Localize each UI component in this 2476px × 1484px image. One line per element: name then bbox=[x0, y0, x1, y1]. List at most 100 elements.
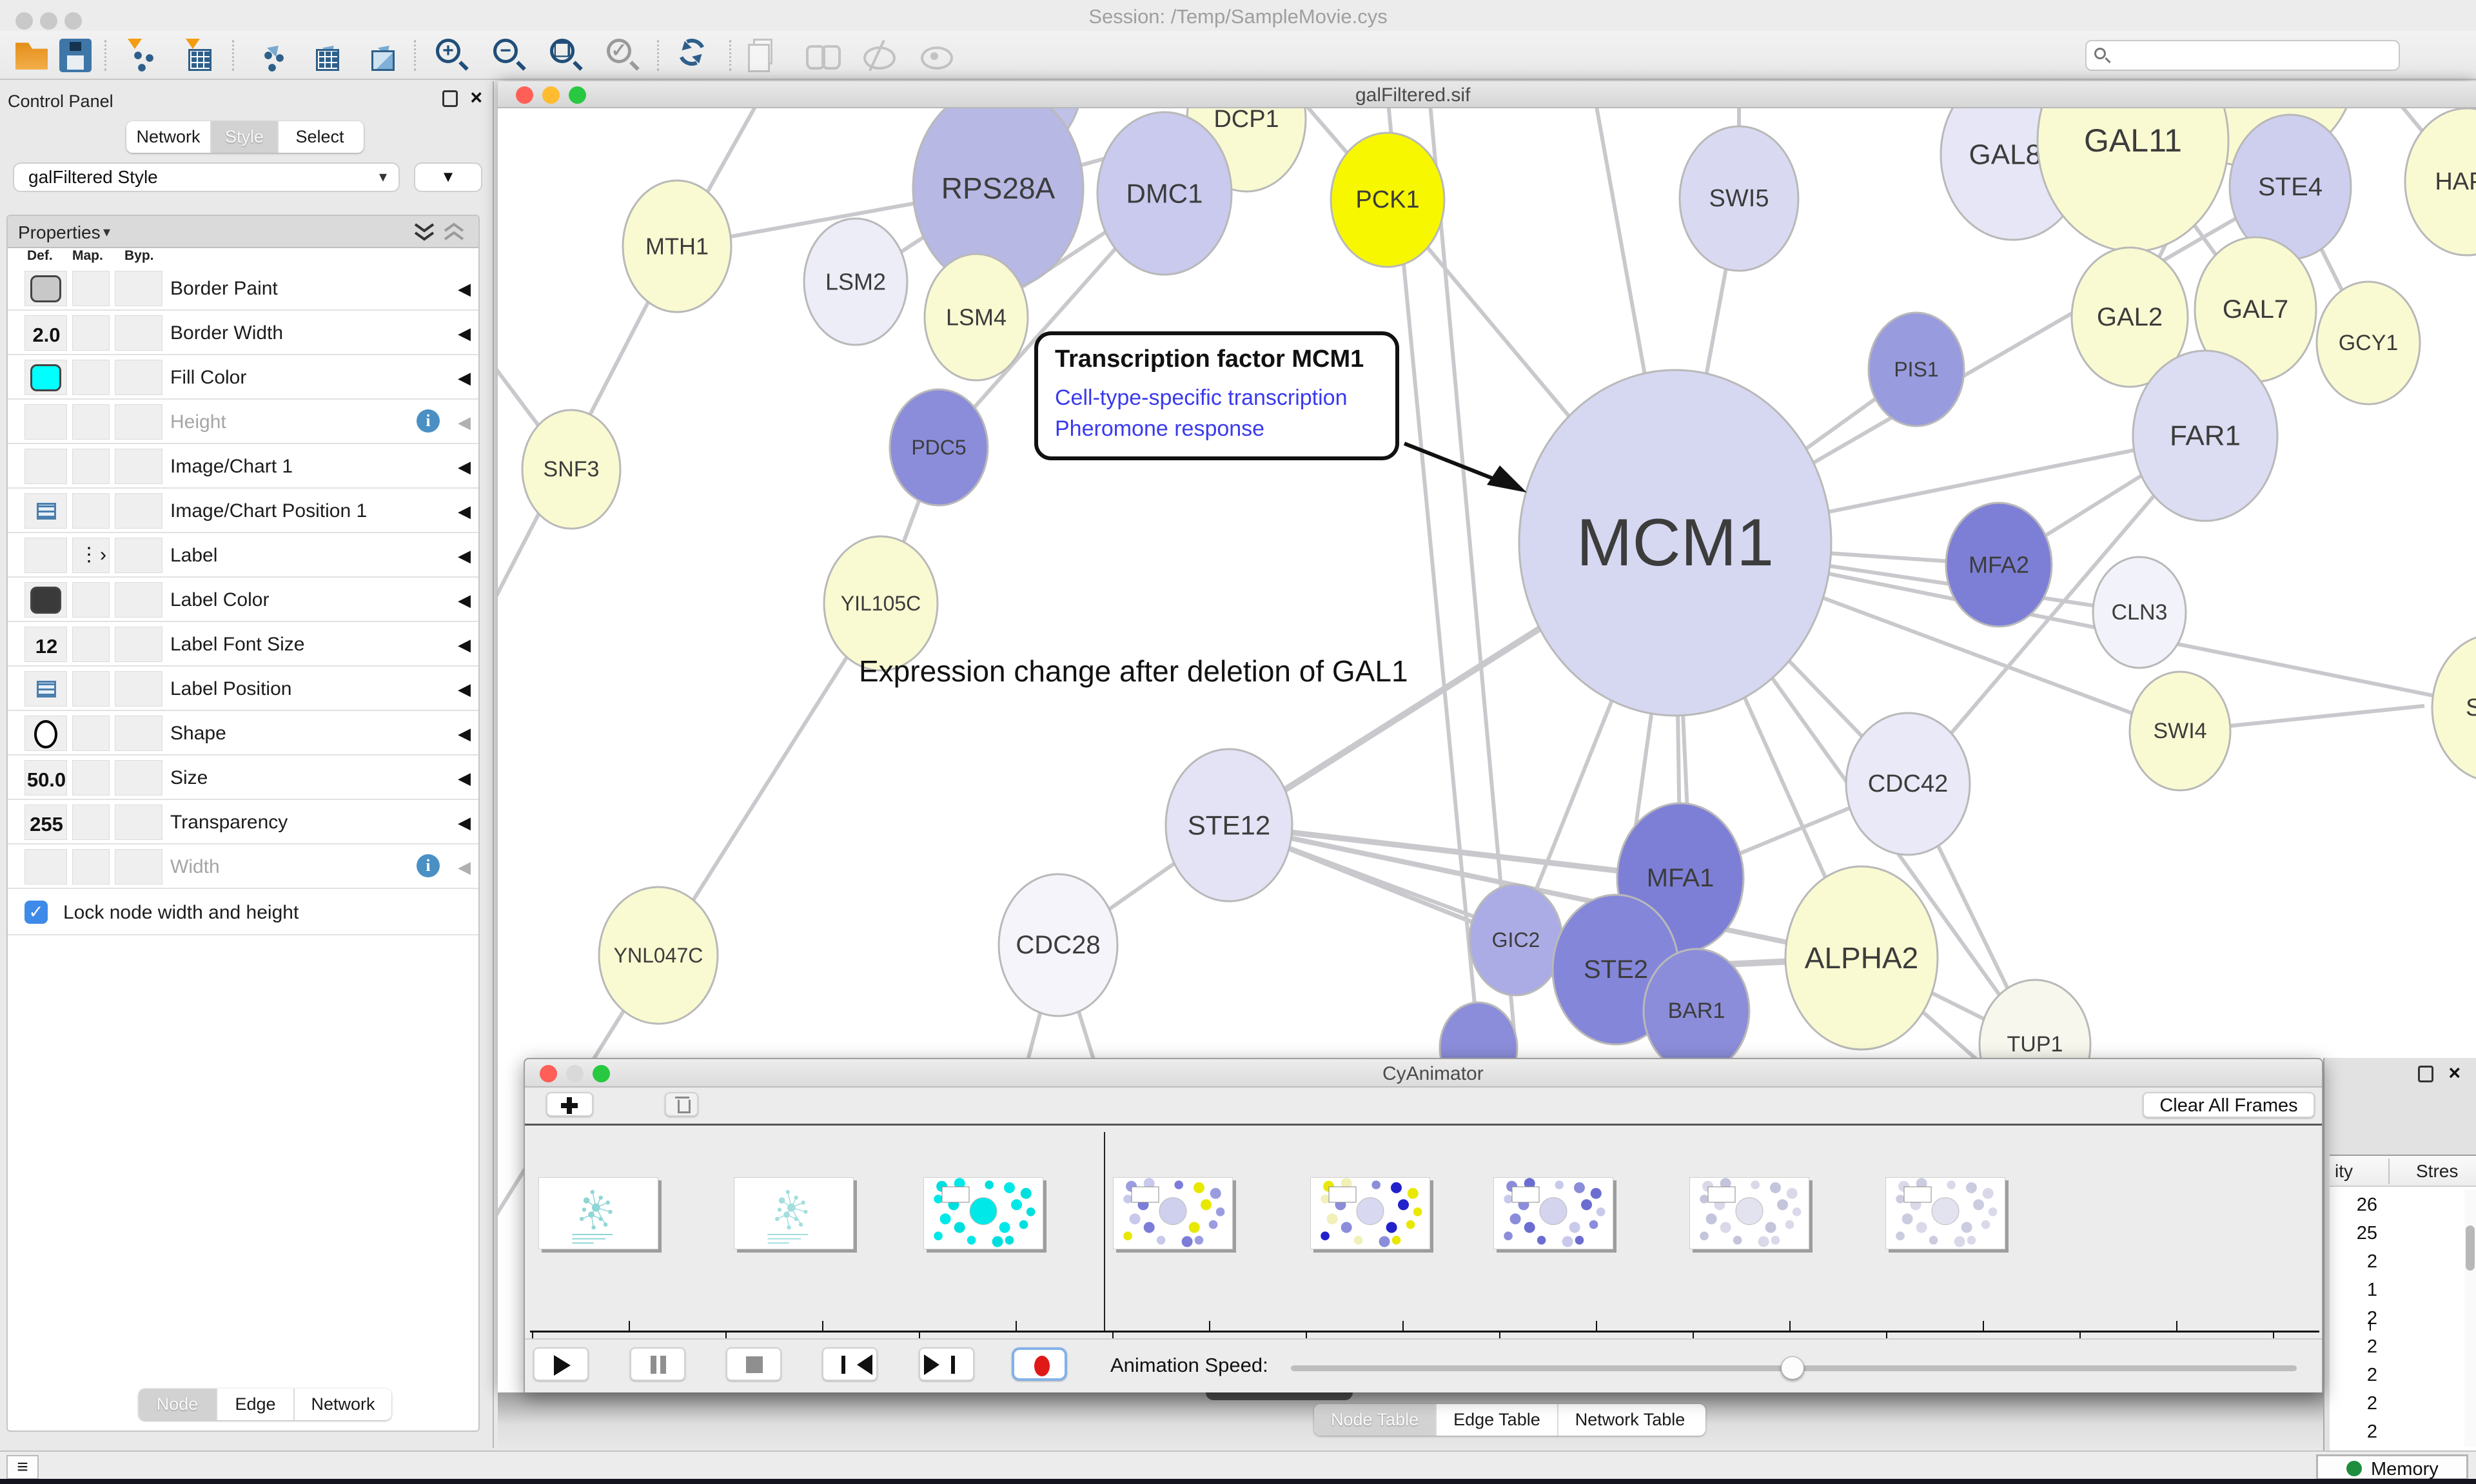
mapping-cell[interactable] bbox=[72, 449, 110, 484]
save-session-icon[interactable] bbox=[59, 39, 92, 72]
timeline-frame-3[interactable] bbox=[1113, 1177, 1233, 1249]
collapse-arrow-icon[interactable]: ◀ bbox=[458, 635, 471, 655]
animation-speed-slider[interactable] bbox=[1291, 1365, 2297, 1371]
tab-style[interactable]: Style bbox=[211, 121, 279, 153]
network-node-cdc42[interactable]: CDC42 bbox=[1846, 713, 1970, 855]
info-icon[interactable]: i bbox=[417, 854, 440, 877]
network-node-dmc1[interactable]: DMC1 bbox=[1097, 112, 1232, 275]
collapse-all-icon[interactable] bbox=[441, 222, 467, 244]
float-panel-icon[interactable] bbox=[442, 90, 458, 107]
minimize-window-traffic-light[interactable] bbox=[566, 1065, 584, 1082]
mapping-cell[interactable] bbox=[72, 404, 110, 440]
bypass-cell[interactable] bbox=[115, 315, 162, 351]
close-window-traffic-light[interactable] bbox=[516, 86, 533, 104]
network-node-ste12[interactable]: STE12 bbox=[1166, 749, 1292, 901]
default-value[interactable]: 50.0 bbox=[25, 768, 68, 792]
minimize-window-traffic-light[interactable] bbox=[542, 86, 560, 104]
property-row-transparency[interactable]: 255Transparencyi◀ bbox=[8, 800, 480, 845]
tab-select[interactable]: Select bbox=[279, 121, 361, 153]
default-cell[interactable] bbox=[25, 671, 67, 707]
mapping-icon[interactable]: ⋮› bbox=[79, 543, 108, 566]
mapping-cell[interactable] bbox=[72, 627, 110, 662]
network-node-alpha2[interactable]: ALPHA2 bbox=[1785, 866, 1938, 1050]
skip-to-start-button[interactable] bbox=[822, 1347, 878, 1381]
default-cell[interactable]: 12 bbox=[25, 627, 67, 662]
zoom-fit-icon[interactable]: ❐ bbox=[550, 39, 575, 63]
network-node-bar1[interactable]: BAR1 bbox=[1644, 949, 1749, 1073]
refresh-icon[interactable] bbox=[674, 35, 709, 70]
tab-edge-table[interactable]: Edge Table bbox=[1437, 1404, 1558, 1436]
default-cell[interactable] bbox=[25, 849, 67, 884]
bypass-cell[interactable] bbox=[115, 671, 162, 707]
timeline-frame-1[interactable] bbox=[734, 1177, 854, 1249]
default-cell[interactable] bbox=[25, 493, 67, 529]
color-swatch[interactable] bbox=[30, 364, 61, 391]
mapping-cell[interactable]: ⋮› bbox=[72, 538, 110, 573]
import-table-icon[interactable] bbox=[181, 39, 213, 72]
collapse-arrow-icon[interactable]: ◀ bbox=[458, 502, 471, 522]
pause-button[interactable] bbox=[630, 1347, 685, 1381]
bypass-cell[interactable] bbox=[115, 493, 162, 529]
lock-checkbox[interactable]: ✓ bbox=[25, 901, 48, 924]
timeline-frame-6[interactable] bbox=[1689, 1177, 1809, 1249]
bypass-cell[interactable] bbox=[115, 760, 162, 796]
property-row-label-color[interactable]: Label Colori◀ bbox=[8, 578, 480, 622]
network-window-titlebar[interactable]: galFiltered.sif bbox=[498, 81, 2476, 108]
collapse-arrow-icon[interactable]: ◀ bbox=[458, 279, 471, 299]
timeline-frame-0[interactable] bbox=[538, 1177, 658, 1249]
network-node-lsm2[interactable]: LSM2 bbox=[804, 219, 907, 345]
network-node-swi4[interactable]: SWI4 bbox=[2130, 672, 2230, 790]
bypass-cell[interactable] bbox=[115, 449, 162, 484]
timeline-frame-7[interactable] bbox=[1885, 1177, 2005, 1249]
stop-button[interactable] bbox=[726, 1347, 781, 1381]
default-cell[interactable] bbox=[25, 271, 67, 306]
mapping-cell[interactable] bbox=[72, 360, 110, 395]
zoom-out-icon[interactable]: − bbox=[493, 39, 518, 63]
position-icon[interactable] bbox=[37, 681, 56, 698]
collapse-arrow-icon[interactable]: ◀ bbox=[458, 591, 471, 610]
default-cell[interactable] bbox=[25, 404, 67, 440]
default-cell[interactable] bbox=[25, 716, 67, 751]
default-cell[interactable] bbox=[25, 538, 67, 573]
first-neighbors-icon[interactable] bbox=[805, 39, 838, 72]
network-node-yil105c[interactable]: YIL105C bbox=[824, 536, 938, 670]
default-cell[interactable] bbox=[25, 360, 67, 395]
side-scrollbar[interactable] bbox=[2464, 1189, 2476, 1447]
slider-handle[interactable] bbox=[1781, 1356, 1804, 1380]
property-row-border-width[interactable]: 2.0Border Widthi◀ bbox=[8, 311, 480, 355]
default-value[interactable]: 255 bbox=[25, 813, 68, 836]
default-cell[interactable] bbox=[25, 449, 67, 484]
network-node-mfa2[interactable]: MFA2 bbox=[1946, 503, 2052, 627]
export-network-icon[interactable] bbox=[253, 39, 285, 72]
timeline-frame-4[interactable] bbox=[1310, 1177, 1430, 1249]
close-window-traffic-light[interactable] bbox=[540, 1065, 557, 1082]
skip-to-end-button[interactable] bbox=[919, 1347, 974, 1381]
color-swatch[interactable] bbox=[30, 587, 61, 614]
network-node-gcy1[interactable]: GCY1 bbox=[2317, 282, 2420, 404]
task-history-button[interactable]: ≡ bbox=[6, 1455, 39, 1479]
timeline-frame-2[interactable] bbox=[923, 1177, 1043, 1249]
property-row-width[interactable]: Widthi◀ bbox=[8, 845, 480, 889]
tab-network[interactable]: Network bbox=[126, 121, 211, 153]
property-row-label-font-size[interactable]: 12Label Font Sizei◀ bbox=[8, 622, 480, 667]
import-network-icon[interactable] bbox=[123, 39, 155, 72]
show-all-icon[interactable] bbox=[919, 39, 952, 72]
network-node-slt2[interactable]: SLT2 bbox=[2432, 634, 2476, 781]
zoom-selected-icon[interactable]: ✓ bbox=[607, 39, 631, 63]
bypass-cell[interactable] bbox=[115, 271, 162, 306]
default-value[interactable]: 12 bbox=[25, 635, 68, 658]
property-row-fill-color[interactable]: Fill Colori◀ bbox=[8, 355, 480, 400]
record-button[interactable] bbox=[1012, 1347, 1067, 1381]
bypass-cell[interactable] bbox=[115, 716, 162, 751]
bypass-cell[interactable] bbox=[115, 404, 162, 440]
zoom-window-traffic-light[interactable] bbox=[593, 1065, 610, 1082]
mapping-cell[interactable] bbox=[72, 315, 110, 351]
mapping-cell[interactable] bbox=[72, 849, 110, 884]
timeline[interactable]: Seconds 0123456789 bbox=[525, 1126, 2322, 1338]
bypass-cell[interactable] bbox=[115, 360, 162, 395]
mapping-cell[interactable] bbox=[72, 671, 110, 707]
mapping-cell[interactable] bbox=[72, 716, 110, 751]
property-row-image-chart-position-1[interactable]: Image/Chart Position 1i◀ bbox=[8, 489, 480, 533]
property-row-border-paint[interactable]: Border Painti◀ bbox=[8, 266, 480, 311]
timeline-frame-5[interactable] bbox=[1493, 1177, 1613, 1249]
